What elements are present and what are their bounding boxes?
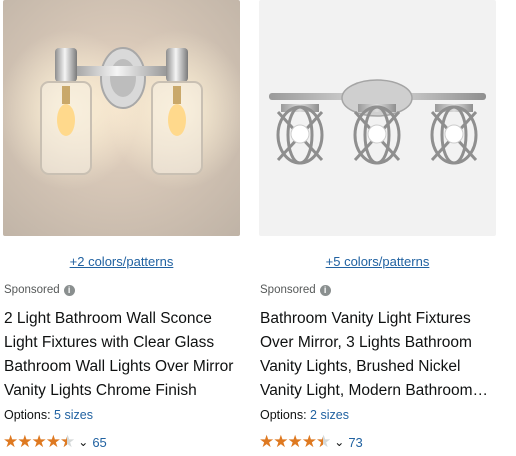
product-card: +5 colors/patterns Sponsored i Bathroom … <box>259 0 512 456</box>
info-icon[interactable]: i <box>63 284 75 296</box>
sponsored-label[interactable]: Sponsored i <box>260 284 331 296</box>
star-icon: ★ <box>301 432 317 451</box>
product-card: +2 colors/patterns Sponsored i 2 Light B… <box>3 0 256 456</box>
product-image[interactable] <box>3 0 240 236</box>
options-link[interactable]: 5 sizes <box>54 408 93 422</box>
star-rating[interactable]: ★★★★★★ <box>3 432 75 452</box>
product-title[interactable]: 2 Light Bathroom Wall Sconce Light Fixtu… <box>4 307 234 403</box>
color-options-link[interactable]: +5 colors/patterns <box>259 254 496 269</box>
star-icon: ★ <box>3 432 18 451</box>
color-options-link[interactable]: +2 colors/patterns <box>3 254 240 269</box>
sponsored-label[interactable]: Sponsored i <box>4 284 75 296</box>
three-light-vanity-image <box>269 79 486 165</box>
star-rating[interactable]: ★★★★★★ <box>259 432 331 452</box>
rating-row[interactable]: ★★★★★★ ⌄ 73 <box>259 432 363 452</box>
product-grid: +2 colors/patterns Sponsored i 2 Light B… <box>0 0 516 456</box>
info-icon[interactable]: i <box>319 284 331 296</box>
review-count-link[interactable]: 65 <box>92 435 106 450</box>
product-title[interactable]: Bathroom Vanity Light Fixtures Over Mirr… <box>260 307 490 403</box>
options-label: Options: <box>260 408 307 422</box>
star-icon: ★ <box>17 432 32 451</box>
options-row: Options: 2 sizes <box>260 408 349 422</box>
chevron-down-icon[interactable]: ⌄ <box>78 435 88 449</box>
star-icon: ★ <box>31 432 47 451</box>
two-light-sconce-image <box>3 30 240 190</box>
rating-row[interactable]: ★★★★★★ ⌄ 65 <box>3 432 107 452</box>
options-link[interactable]: 2 sizes <box>310 408 349 422</box>
sponsored-text: Sponsored <box>4 284 60 296</box>
star-icon: ★ <box>259 432 274 451</box>
product-image[interactable] <box>259 0 496 236</box>
review-count-link[interactable]: 73 <box>348 435 362 450</box>
options-row: Options: 5 sizes <box>4 408 93 422</box>
star-icon: ★ <box>273 432 288 451</box>
chevron-down-icon[interactable]: ⌄ <box>334 435 344 449</box>
star-icon: ★ <box>287 432 303 451</box>
half-star-icon: ★★ <box>60 432 75 451</box>
options-label: Options: <box>4 408 51 422</box>
star-icon: ★ <box>45 432 61 451</box>
half-star-icon: ★★ <box>316 432 331 451</box>
sponsored-text: Sponsored <box>260 284 316 296</box>
